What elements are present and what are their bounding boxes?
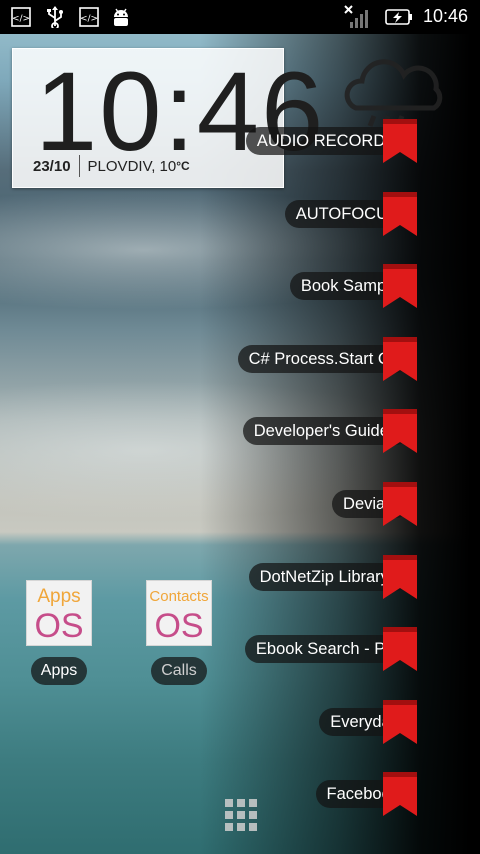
svg-text:</>: </> xyxy=(12,14,30,24)
apps-os-icon: Apps OS xyxy=(26,580,92,646)
code-icon: </> xyxy=(10,6,32,28)
bookmark-ribbon-icon xyxy=(383,554,417,599)
bookmark-item[interactable]: Developer's Guide - xyxy=(0,408,480,454)
tile-text-top: Apps xyxy=(37,586,81,607)
status-bar: </> </> 10:46 xyxy=(0,0,480,34)
android-icon xyxy=(110,6,132,28)
bookmark-item[interactable]: AUDIO RECORD 1 xyxy=(0,118,480,164)
bookmark-item[interactable]: Everyday xyxy=(0,699,480,745)
bookmark-ribbon-icon xyxy=(383,627,417,672)
app-label: Calls xyxy=(151,657,207,685)
usb-icon xyxy=(44,6,66,28)
bookmark-ribbon-icon xyxy=(383,772,417,817)
tile-text-bottom: OS xyxy=(34,607,84,645)
bookmark-ribbon-icon xyxy=(383,482,417,526)
bookmark-ribbon-icon xyxy=(383,264,417,309)
bookmark-ribbon-icon xyxy=(383,699,417,744)
signal-off-icon xyxy=(344,5,374,28)
app-label: Apps xyxy=(30,657,88,685)
app-apps[interactable]: Apps OS Apps xyxy=(14,580,104,685)
bookmark-ribbon-icon xyxy=(383,336,417,381)
bookmark-ribbon-icon xyxy=(383,119,417,163)
app-drawer-icon[interactable] xyxy=(224,798,258,832)
tile-text-bottom: OS xyxy=(154,607,204,645)
status-time: 10:46 xyxy=(422,6,468,26)
contacts-os-icon: Contacts OS xyxy=(146,580,212,646)
code-icon: </> xyxy=(78,6,100,28)
bookmark-item[interactable]: Deviant xyxy=(0,481,480,527)
bookmark-item[interactable]: AUTOFOCUS xyxy=(0,191,480,237)
tile-text-top: Contacts xyxy=(149,588,209,605)
bookmark-item[interactable]: Book Sample xyxy=(0,263,480,309)
svg-text:</>: </> xyxy=(80,14,98,24)
app-calls[interactable]: Contacts OS Calls xyxy=(134,580,224,685)
bookmark-ribbon-icon xyxy=(383,409,417,454)
bookmark-item[interactable]: C# Process.Start Co xyxy=(0,336,480,382)
battery-charging-icon xyxy=(384,6,414,28)
bookmark-ribbon-icon xyxy=(383,191,417,236)
